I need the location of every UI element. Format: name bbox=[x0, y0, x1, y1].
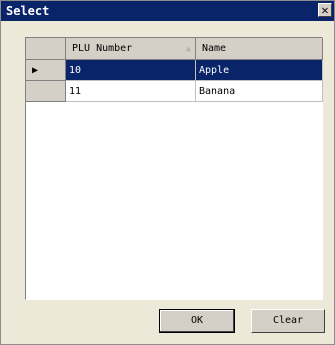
close-icon: ✕ bbox=[321, 3, 329, 17]
column-header-label: Name bbox=[202, 43, 227, 54]
column-header-label: PLU Number bbox=[72, 43, 133, 54]
table-row[interactable]: 11 Banana bbox=[26, 81, 323, 102]
sort-ascending-icon: ▲ bbox=[185, 44, 191, 54]
close-button[interactable]: ✕ bbox=[318, 3, 332, 17]
row-header-corner bbox=[26, 38, 66, 60]
cell-plu-number[interactable]: 10 bbox=[66, 60, 196, 81]
current-row-arrow-icon: ▶ bbox=[32, 65, 39, 76]
title-bar[interactable]: Select ✕ bbox=[1, 1, 334, 21]
cell-name[interactable]: Apple bbox=[196, 60, 323, 81]
row-header[interactable]: ▶ bbox=[26, 60, 66, 81]
column-header-name[interactable]: Name bbox=[196, 38, 323, 60]
row-header[interactable] bbox=[26, 81, 66, 102]
table-row[interactable]: ▶ 10 Apple bbox=[26, 60, 323, 81]
window-title: Select bbox=[6, 4, 50, 18]
cell-name[interactable]: Banana bbox=[196, 81, 323, 102]
plu-grid[interactable]: PLU Number ▲ Name ▶ 10 Apple 11 Banana bbox=[25, 37, 323, 300]
ok-button[interactable]: OK bbox=[159, 309, 235, 333]
clear-button[interactable]: Clear bbox=[251, 309, 325, 333]
select-dialog: Select ✕ PLU Number ▲ Name ▶ 10 Apple 11… bbox=[0, 0, 335, 345]
cell-plu-number[interactable]: 11 bbox=[66, 81, 196, 102]
column-header-plu-number[interactable]: PLU Number ▲ bbox=[66, 38, 196, 60]
